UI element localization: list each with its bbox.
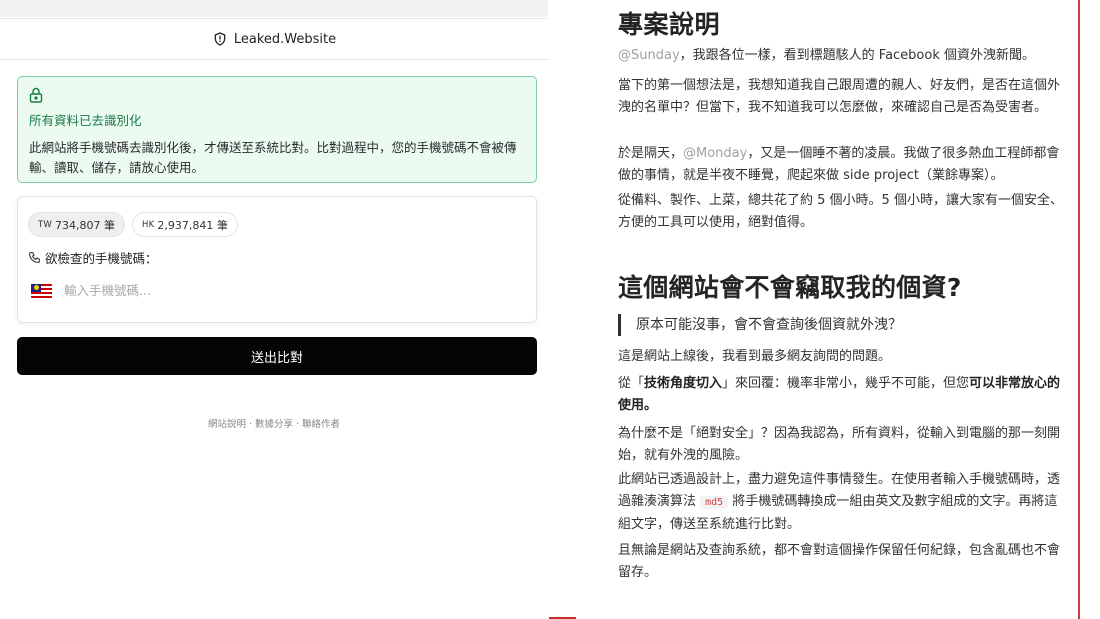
heading-project-description: 專案說明 <box>618 10 721 39</box>
site-header: Leaked.Website <box>0 18 548 60</box>
region-count: 2,937,841 筆 <box>157 218 228 232</box>
left-panel: Leaked.Website 所有資料已去識別化 此網站將手機號碼去識別化後，才… <box>0 0 548 619</box>
region-count: 734,807 筆 <box>55 218 115 232</box>
paragraph-3-pre: 於是隔天， <box>618 146 684 161</box>
browser-top-strip <box>0 0 548 17</box>
phone-label-text: 欲檢查的手機號碼： <box>45 251 158 266</box>
paragraph-6-pre: 從「 <box>618 376 645 391</box>
paragraph-9: 且無論是網站及查詢系統，都不會對這個操作保留任何紀錄，包含亂碼也不會留存。 <box>618 543 1061 580</box>
phone-input[interactable] <box>64 283 464 298</box>
privacy-notice: 所有資料已去識別化 此網站將手機號碼去識別化後，才傳送至系統比對。比對過程中，您… <box>17 76 537 183</box>
privacy-text: 此網站將手機號碼去識別化後，才傳送至系統比對。比對過程中，您的手機號碼不會被傳輸… <box>29 140 517 175</box>
paragraph-3: 於是隔天，@Monday，又是一個睡不著的凌晨。我做了很多熱血工程師都會做的事情… <box>618 143 1063 187</box>
code-md5: md5 <box>700 496 729 509</box>
mention-sunday[interactable]: @Sunday <box>618 48 680 63</box>
phone-label: 欲檢查的手機號碼： <box>28 248 526 267</box>
country-flag-icon[interactable] <box>31 283 52 298</box>
flag-star <box>34 284 39 290</box>
paragraph-5: 這是網站上線後，我看到最多網友詢問的問題。 <box>618 349 892 364</box>
region-badge-hk[interactable]: HK 2,937,841 筆 <box>131 212 238 237</box>
shield-icon <box>214 32 226 46</box>
phone-input-row <box>28 283 526 298</box>
site-name[interactable]: Leaked.Website <box>234 32 336 47</box>
paragraph-6-mid: 」來回覆：機率非常小，幾乎不可能，但您 <box>722 376 970 391</box>
right-panel: 專案說明 @Sunday，我跟各位一樣，看到標題駭人的 Facebook 個資外… <box>618 0 1068 619</box>
paragraph-1: @Sunday，我跟各位一樣，看到標題駭人的 Facebook 個資外洩新聞。 <box>618 45 1063 67</box>
paragraph-2: 當下的第一個想法是，我想知道我自己跟周遭的親人、好友們，是否在這個外洩的名單中？… <box>618 78 1061 115</box>
blockquote: 原本可能沒事，會不會查詢後個資就外洩？ <box>618 314 1058 336</box>
region-badge-tw[interactable]: TW 734,807 筆 <box>28 212 125 237</box>
right-edge-border <box>1078 0 1080 619</box>
region-code: HK <box>141 219 155 230</box>
paragraph-4: 從備料、製作、上菜，總共花了約 5 個小時。5 個小時，讓大家有一個安全、方便的… <box>618 193 1063 230</box>
lock-icon <box>29 87 43 103</box>
mention-monday[interactable]: @Monday <box>683 146 747 161</box>
footer-links[interactable]: 網站說明 · 數據分享 · 聯絡作者 <box>0 416 548 430</box>
heading-privacy-question: 這個網站會不會竊取我的個資? <box>618 273 962 302</box>
phone-check-form: TW 734,807 筆 HK 2,937,841 筆 欲檢查的手機號碼： <box>17 196 537 323</box>
privacy-title: 所有資料已去識別化 <box>29 113 142 128</box>
phone-icon <box>29 252 40 263</box>
paragraph-8: 此網站已透過設計上，盡力避免這件事情發生。在使用者輸入手機號碼時，透過雜湊演算法… <box>618 469 1063 536</box>
submit-button[interactable]: 送出比對 <box>17 337 537 375</box>
paragraph-7: 為什麼不是「絕對安全」？因為我認為，所有資料，從輸入到電腦的那一刻開始，就有外洩… <box>618 426 1061 463</box>
region-badges: TW 734,807 筆 HK 2,937,841 筆 <box>28 212 526 237</box>
region-code: TW <box>38 219 52 230</box>
paragraph-1-text: ，我跟各位一樣，看到標題駭人的 Facebook 個資外洩新聞。 <box>679 48 1036 63</box>
paragraph-6: 從「技術角度切入」來回覆：機率非常小，幾乎不可能，但您可以非常放心的使用。 <box>618 373 1063 417</box>
bold-technical-angle: 技術角度切入 <box>644 376 723 391</box>
